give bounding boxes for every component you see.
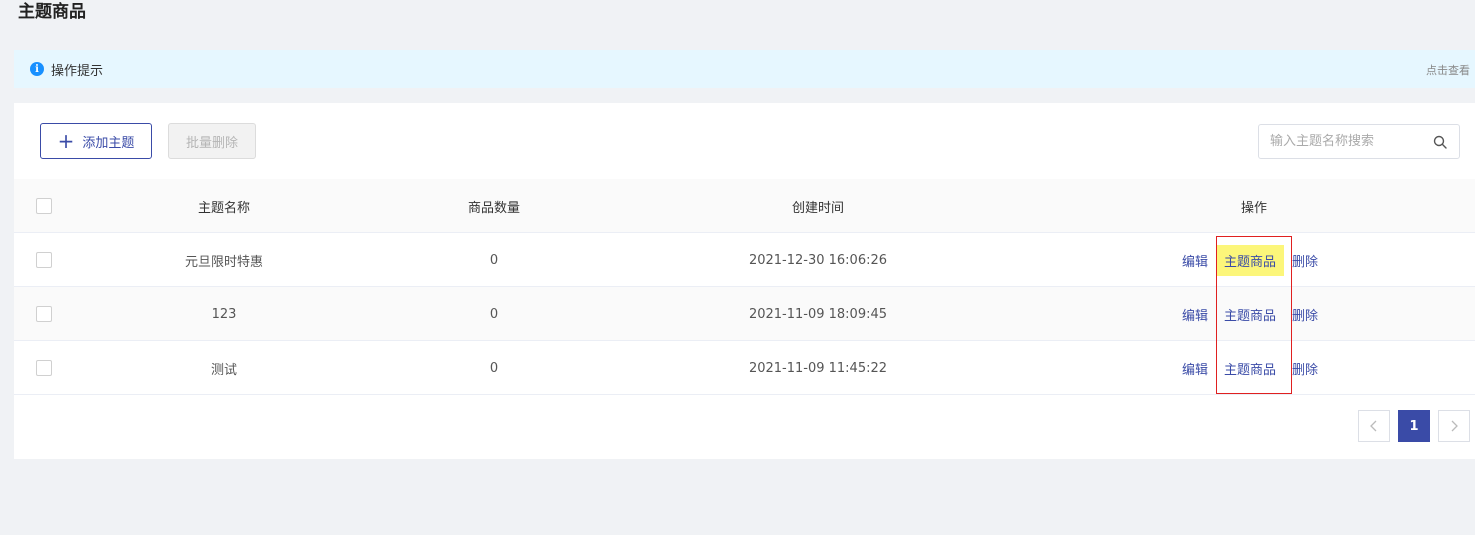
header-theme-name: 主题名称: [197, 200, 250, 216]
theme-goods-link[interactable]: 主题商品: [1216, 299, 1284, 330]
edit-link[interactable]: 编辑: [1182, 305, 1208, 324]
next-page-button[interactable]: [1438, 410, 1470, 442]
table-row: 测试 0 2021-11-09 11:45:22 编辑 主题商品 删除: [14, 341, 1475, 395]
search-input[interactable]: [1259, 125, 1429, 158]
edit-link[interactable]: 编辑: [1182, 251, 1208, 270]
row-operations: 编辑 主题商品 删除: [1182, 233, 1318, 287]
table-row: 元旦限时特惠 0 2021-12-30 16:06:26 编辑 主题商品 删除: [14, 233, 1475, 287]
header-create-time: 创建时间: [791, 200, 844, 216]
header-operations: 操作: [1240, 200, 1267, 216]
chevron-left-icon: [1370, 420, 1377, 432]
create-time: 2021-12-30 16:06:26: [748, 252, 888, 268]
theme-name: 元旦限时特惠: [184, 254, 263, 270]
row-checkbox[interactable]: [36, 360, 52, 376]
view-tip-link[interactable]: 点击查看: [1426, 62, 1470, 78]
search-icon[interactable]: [1433, 135, 1447, 149]
batch-delete-button[interactable]: 批量删除: [168, 123, 256, 159]
theme-goods-link[interactable]: 主题商品: [1216, 353, 1284, 384]
add-theme-label: 添加主题: [82, 135, 135, 151]
page-number-button[interactable]: 1: [1398, 410, 1430, 442]
theme-goods-link[interactable]: 主题商品: [1216, 244, 1285, 276]
theme-name: 123: [211, 306, 237, 322]
theme-list-panel: + 添加主题 批量删除 主题名称 商品数量 创建时间 操作 元旦限时特惠 0 2…: [14, 103, 1475, 459]
plus-icon: +: [57, 129, 75, 153]
row-operations: 编辑 主题商品 删除: [1182, 287, 1318, 341]
page-title: 主题商品: [18, 2, 86, 22]
goods-count: 0: [489, 252, 499, 268]
delete-link[interactable]: 删除: [1292, 359, 1318, 378]
select-all-checkbox[interactable]: [36, 198, 52, 214]
pagination: 1: [1358, 410, 1470, 442]
search-box: [1258, 124, 1460, 159]
theme-name: 测试: [210, 362, 237, 378]
delete-link[interactable]: 删除: [1292, 305, 1318, 324]
create-time: 2021-11-09 11:45:22: [748, 360, 888, 376]
create-time: 2021-11-09 18:09:45: [748, 306, 888, 322]
operation-tip-bar: i 操作提示 点击查看: [14, 50, 1475, 88]
info-icon: i: [30, 62, 44, 76]
header-goods-count: 商品数量: [467, 200, 520, 216]
edit-link[interactable]: 编辑: [1182, 359, 1208, 378]
row-operations: 编辑 主题商品 删除: [1182, 341, 1318, 395]
table-row: 123 0 2021-11-09 18:09:45 编辑 主题商品 删除: [14, 287, 1475, 341]
row-checkbox[interactable]: [36, 306, 52, 322]
prev-page-button[interactable]: [1358, 410, 1390, 442]
row-checkbox[interactable]: [36, 252, 52, 268]
goods-count: 0: [489, 360, 499, 376]
tip-label: 操作提示: [51, 63, 104, 79]
goods-count: 0: [489, 306, 499, 322]
add-theme-button[interactable]: + 添加主题: [40, 123, 152, 159]
table-header: 主题名称 商品数量 创建时间 操作: [14, 179, 1475, 233]
delete-link[interactable]: 删除: [1292, 251, 1318, 270]
chevron-right-icon: [1451, 420, 1458, 432]
